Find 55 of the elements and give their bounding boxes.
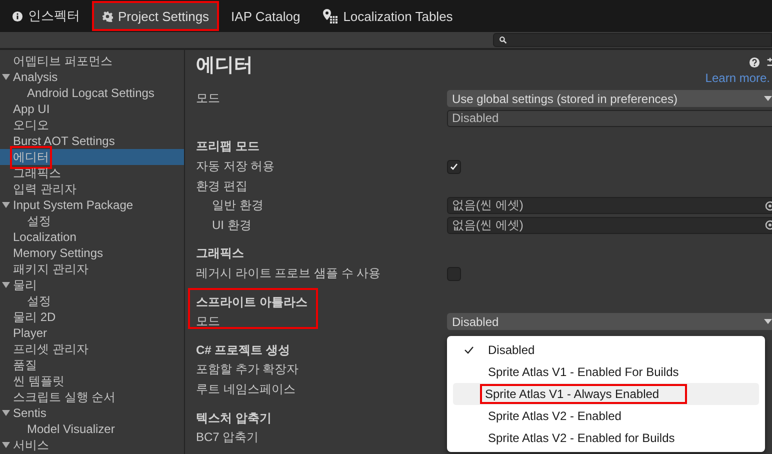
- setting-label: 모드: [196, 90, 220, 108]
- sidebar-item[interactable]: Model Visualizer: [27, 422, 115, 436]
- sidebar-item[interactable]: 패키지 관리자: [13, 260, 88, 278]
- setting-label: 레거시 라이트 프로브 샘플 수 사용: [196, 265, 381, 282]
- section-heading: 스프라이트 아틀라스: [196, 294, 308, 311]
- sidebar-item[interactable]: Analysis: [13, 70, 58, 84]
- sidebar-item[interactable]: Burst AOT Settings: [13, 134, 115, 148]
- setting-label: 환경 편집: [196, 178, 248, 195]
- menu-option[interactable]: Sprite Atlas V1 - Enabled For Builds: [453, 361, 759, 383]
- window-tab[interactable]: Project Settings: [94, 3, 218, 29]
- sidebar-item[interactable]: 서비스: [13, 436, 49, 454]
- sidebar-item[interactable]: 물리 2D: [13, 308, 56, 326]
- sidebar-item[interactable]: Sentis: [13, 406, 46, 420]
- sidebar-item[interactable]: 어뎁티브 퍼포먼스: [13, 52, 112, 70]
- sidebar-item[interactable]: Player: [13, 326, 48, 340]
- sidebar-item[interactable]: Android Logcat Settings: [27, 86, 154, 100]
- text-field[interactable]: Disabled: [447, 110, 772, 127]
- setting-label: 모드: [196, 313, 220, 330]
- menu-option[interactable]: Sprite Atlas V2 - Enabled: [453, 405, 759, 427]
- sidebar-item[interactable]: 그래픽스: [13, 164, 61, 182]
- menu-option[interactable]: Sprite Atlas V2 - Enabled for Builds: [453, 427, 759, 449]
- dropdown[interactable]: Disabled: [447, 313, 772, 330]
- sidebar-item[interactable]: 입력 관리자: [13, 180, 76, 198]
- setting-label: BC7 압축기: [196, 429, 259, 446]
- sidebar-item[interactable]: 품질: [13, 356, 37, 374]
- page-title: 에디터: [196, 54, 253, 78]
- sidebar-item[interactable]: 프리셋 관리자: [13, 340, 88, 358]
- sidebar-item[interactable]: 설정: [27, 212, 51, 230]
- section-heading: C# 프로젝트 생성: [196, 342, 290, 359]
- setting-label: 루트 네임스페이스: [196, 381, 296, 398]
- object-field[interactable]: 없음(씬 에셋): [447, 216, 772, 234]
- setting-label: 포함할 추가 확장자: [196, 361, 299, 378]
- sidebar-item[interactable]: App UI: [13, 102, 50, 116]
- sidebar-item[interactable]: 스크립트 실행 순서: [13, 388, 116, 406]
- setting-label: 일반 환경: [212, 197, 264, 214]
- section-heading: 그래픽스: [196, 245, 244, 262]
- sidebar-item[interactable]: Localization: [13, 230, 76, 244]
- sidebar-item[interactable]: Memory Settings: [13, 246, 104, 260]
- window-tab[interactable]: IAP Catalog: [223, 3, 308, 29]
- setting-label: 자동 저장 허용: [196, 158, 275, 176]
- sidebar-item[interactable]: 설정: [27, 292, 51, 310]
- section-heading: 프리팹 모드: [196, 138, 260, 156]
- sidebar-item[interactable]: Input System Package: [13, 198, 134, 212]
- menu-option[interactable]: Sprite Atlas V1 - Always Enabled: [453, 383, 759, 405]
- setting-label: UI 환경: [212, 216, 252, 234]
- sidebar-item[interactable]: 물리: [13, 276, 37, 294]
- sidebar-item[interactable]: 씬 템플릿: [13, 372, 64, 390]
- learn-more-link[interactable]: Learn more.: [705, 71, 770, 85]
- window-tab[interactable]: 인스펙터: [4, 3, 88, 29]
- menu-option[interactable]: Disabled: [453, 339, 759, 361]
- window-tab[interactable]: Localization Tables: [314, 3, 461, 29]
- section-heading: 텍스처 압축기: [196, 410, 272, 427]
- object-field[interactable]: 없음(씬 에셋): [447, 197, 772, 214]
- dropdown[interactable]: Use global settings (stored in preferences): [447, 90, 772, 108]
- sidebar-item[interactable]: 오디오: [13, 116, 49, 134]
